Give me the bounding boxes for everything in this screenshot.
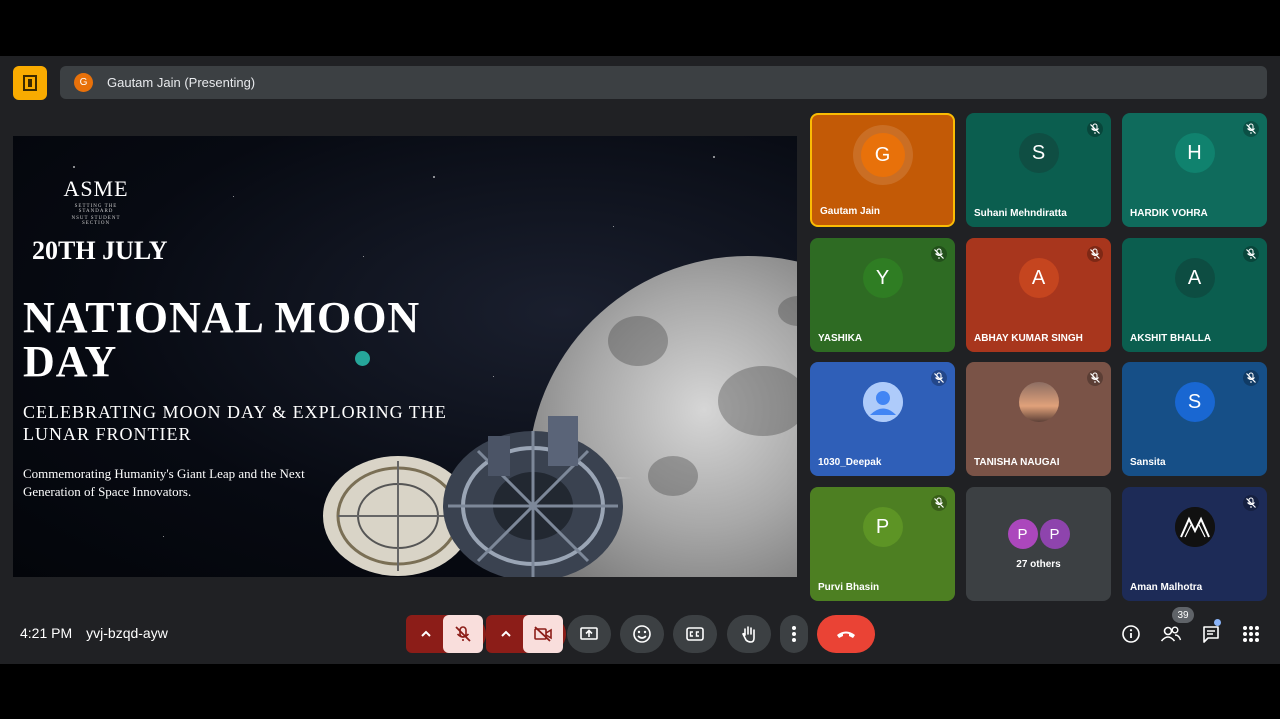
participant-tile[interactable]: G Gautam Jain [810,113,955,227]
participant-name: Suhani Mehndiratta [974,208,1067,219]
avatar: A [1018,258,1059,298]
hand-icon [742,626,755,643]
participant-name: Gautam Jain [820,206,881,217]
muted-mic-icon [1243,246,1259,262]
muted-mic-icon [1243,121,1259,137]
camera-options-chevron-icon[interactable] [489,629,523,639]
mic-options-chevron-icon[interactable] [409,629,443,639]
mic-off-icon [455,626,471,642]
avatar: P [862,507,903,547]
participant-name: 1030_Deepak [818,457,882,468]
default-user-icon [862,382,903,422]
participant-tile[interactable]: Aman Malhotra [1122,487,1267,601]
participant-name: Purvi Bhasin [818,582,880,593]
muted-mic-icon [931,370,947,386]
captions-button[interactable] [673,615,717,653]
muted-mic-icon [1087,246,1103,262]
participant-name: Sansita [1130,457,1166,468]
presenting-banner: G Gautam Jain (Presenting) [60,66,1267,99]
reactions-button[interactable] [620,615,664,653]
meeting-info: 4:21 PM yvj-bzqd-ayw [20,625,168,641]
avatar: G [860,133,905,177]
slide-description: Commemorating Humanity's Giant Leap and … [23,466,305,499]
participant-name: Aman Malhotra [1130,582,1203,593]
avatar [862,382,903,422]
others-avatars: PP [1007,519,1070,549]
asme-logo: ASME SETTING THE STANDARD NSUT STUDENT S… [63,176,129,226]
people-button[interactable] [1159,622,1183,646]
avatar [1018,382,1059,422]
more-options-button[interactable] [780,615,808,653]
raise-hand-button[interactable] [727,615,771,653]
emoji-icon [633,625,651,643]
mic-off-button[interactable] [443,615,483,653]
shared-screen: ASME SETTING THE STANDARD NSUT STUDENT S… [13,136,797,577]
avatar: H [1174,133,1215,173]
unread-chat-dot [1214,619,1221,626]
presenter-avatar: G [74,73,93,92]
people-icon [1160,626,1182,642]
leave-call-button[interactable] [817,615,875,653]
participant-name: YASHIKA [818,333,863,344]
participant-tile[interactable]: H HARDIK VOHRA [1122,113,1267,227]
avatar: S [1018,133,1059,173]
participant-tile[interactable]: S Sansita [1122,362,1267,476]
chat-button[interactable] [1199,622,1223,646]
slide-title: NATIONAL MOON DAY [23,293,421,386]
avatar: P [1039,519,1070,549]
muted-mic-icon [1243,495,1259,511]
avatar: A [1174,258,1215,298]
others-count-label: 27 others [1016,559,1061,570]
muted-mic-icon [1087,121,1103,137]
participant-tile[interactable]: P Purvi Bhasin [810,487,955,601]
camera-control[interactable] [486,615,566,653]
participant-name: AKSHIT BHALLA [1130,333,1212,344]
chat-icon [1203,626,1219,643]
muted-mic-icon [1243,370,1259,386]
muted-mic-icon [931,495,947,511]
apps-grid-icon [1243,626,1259,642]
participant-tile[interactable]: TANISHA NAUGAI [966,362,1111,476]
avatar: P [1007,519,1038,549]
slide-subtitle: CELEBRATING MOON DAY & EXPLORING THE LUN… [23,402,447,444]
activities-button[interactable] [1239,622,1263,646]
participant-name: ABHAY KUMAR SINGH [974,333,1083,344]
muted-mic-icon [1087,370,1103,386]
slide-date: 20TH JULY [32,236,168,265]
pointer-dot [355,351,370,366]
participant-tile[interactable]: S Suhani Mehndiratta [966,113,1111,227]
camera-off-button[interactable] [523,615,563,653]
presenter-label: Gautam Jain (Presenting) [107,75,256,90]
end-call-icon [837,631,855,638]
participant-name: TANISHA NAUGAI [974,457,1060,468]
participant-tile[interactable]: 1030_Deepak [810,362,955,476]
participant-tile[interactable]: P P 27 others [966,487,1111,601]
meeting-code: yvj-bzqd-ayw [86,625,168,641]
present-icon [580,627,598,640]
participant-tile[interactable]: A AKSHIT BHALLA [1122,238,1267,352]
captions-icon [686,627,704,641]
camera-off-icon [534,626,552,642]
info-icon [1122,625,1140,643]
meeting-details-button[interactable] [1119,622,1143,646]
more-vert-icon [792,626,796,642]
participant-tile[interactable]: A ABHAY KUMAR SINGH [966,238,1111,352]
avatar: S [1174,382,1215,422]
participant-name: HARDIK VOHRA [1130,208,1208,219]
people-count-badge: 39 [1172,607,1194,623]
muted-mic-icon [931,246,947,262]
present-screen-button[interactable] [567,615,611,653]
microphone-control[interactable] [406,615,486,653]
participant-tile[interactable]: Y YASHIKA [810,238,955,352]
avatar [1174,507,1215,547]
meet-layout-button[interactable] [13,66,47,100]
door-icon [23,75,37,91]
mountain-logo-icon [1174,507,1215,547]
clock-time: 4:21 PM [20,625,73,641]
avatar: Y [862,258,903,298]
